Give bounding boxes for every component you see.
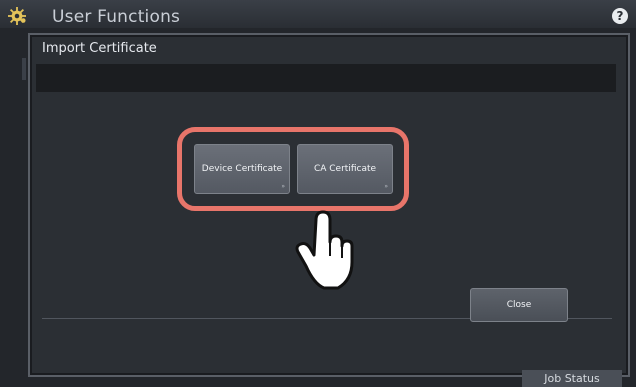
job-status-button[interactable]: Job Status (522, 370, 622, 387)
arrow-icon: » (384, 183, 388, 190)
header-bar: User Functions ? (0, 0, 636, 28)
page-title: User Functions (52, 7, 181, 27)
device-certificate-label: Device Certificate (201, 164, 283, 174)
dialog-title: Import Certificate (42, 41, 157, 56)
user-functions-screen: User Functions ? Import Certificate Devi… (0, 0, 636, 387)
device-certificate-button[interactable]: Device Certificate » (194, 144, 290, 194)
ca-certificate-button[interactable]: CA Certificate » (297, 144, 393, 194)
background-strip-left (22, 58, 26, 80)
gear-icon (8, 7, 26, 25)
ca-certificate-label: CA Certificate (313, 164, 377, 174)
import-certificate-dialog: Import Certificate (28, 33, 630, 377)
hand-pointer-icon (295, 210, 354, 290)
dialog-message-band (36, 64, 616, 92)
help-icon[interactable]: ? (612, 8, 628, 24)
arrow-icon: » (281, 183, 285, 190)
close-button[interactable]: Close (470, 288, 568, 322)
close-label: Close (506, 300, 532, 310)
